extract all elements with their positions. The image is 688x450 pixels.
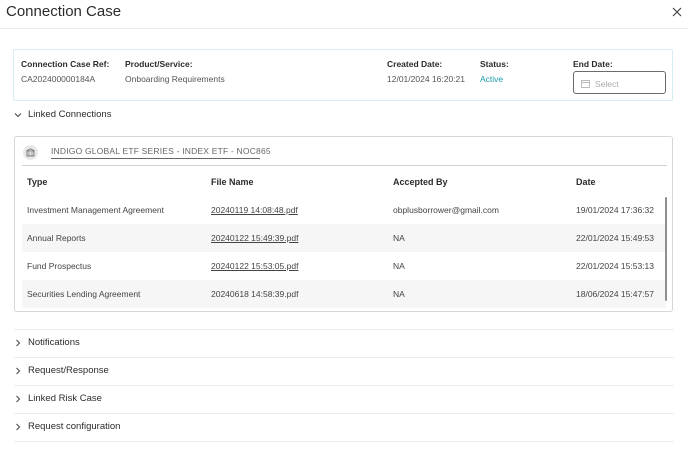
column-header-file-name: File Name <box>211 177 254 187</box>
chevron-down-icon <box>14 113 22 118</box>
section-divider <box>14 357 674 358</box>
section-label: Linked Connections <box>28 109 112 120</box>
row-accepted-by: NA <box>393 289 405 299</box>
connection-tab-underline <box>51 158 260 159</box>
section-divider <box>14 441 674 442</box>
row-file-link[interactable]: 20240122 15:49:39.pdf <box>211 233 298 243</box>
linked-connection-card: INDIGO GLOBAL ETF SERIES - INDEX ETF - N… <box>14 136 673 312</box>
card-divider <box>22 165 667 166</box>
case-ref-label: Connection Case Ref: <box>21 59 110 69</box>
row-type: Securities Lending Agreement <box>27 289 141 299</box>
column-header-date: Date <box>576 177 596 187</box>
section-label: Request/Response <box>28 365 109 376</box>
end-date-label: End Date: <box>573 59 613 69</box>
created-date-value: 12/01/2024 16:20:21 <box>387 74 465 84</box>
calendar-icon <box>581 80 590 88</box>
product-label: Product/Service: <box>125 59 193 69</box>
table-row: Fund Prospectus 20240122 15:53:05.pdf NA… <box>22 252 666 280</box>
section-label: Linked Risk Case <box>28 393 102 404</box>
header-divider <box>0 28 688 29</box>
section-label: Request configuration <box>28 421 121 432</box>
row-date: 18/06/2024 15:47:57 <box>576 289 654 299</box>
close-button[interactable] <box>670 5 684 19</box>
end-date-input[interactable] <box>593 75 667 92</box>
chevron-right-icon <box>16 339 21 347</box>
status-label: Status: <box>480 59 509 69</box>
connection-avatar <box>23 145 38 160</box>
building-icon <box>26 148 35 157</box>
chevron-right-icon <box>16 367 21 375</box>
dialog-title: Connection Case <box>6 3 122 20</box>
connection-name-link[interactable]: INDIGO GLOBAL ETF SERIES - INDEX ETF - N… <box>51 146 271 156</box>
row-date: 19/01/2024 17:36:32 <box>576 205 654 215</box>
created-date-label: Created Date: <box>387 59 443 69</box>
row-type: Fund Prospectus <box>27 261 92 271</box>
chevron-right-icon <box>16 395 21 403</box>
row-date: 22/01/2024 15:49:53 <box>576 233 654 243</box>
product-value: Onboarding Requirements <box>125 74 225 84</box>
section-divider <box>14 329 674 330</box>
row-accepted-by: obplusborrower@gmail.com <box>393 205 499 215</box>
table-row: Annual Reports 20240122 15:49:39.pdf NA … <box>22 224 666 252</box>
chevron-right-icon <box>16 423 21 431</box>
row-file-name: 20240618 14:58:39.pdf <box>211 289 299 299</box>
row-date: 22/01/2024 15:53:13 <box>576 261 654 271</box>
table-row: Investment Management Agreement 20240119… <box>22 196 666 224</box>
column-header-accepted-by: Accepted By <box>393 177 448 187</box>
column-header-type: Type <box>27 177 48 187</box>
status-badge: Active <box>480 74 504 84</box>
section-label: Notifications <box>28 337 80 348</box>
row-accepted-by: NA <box>393 233 405 243</box>
close-icon <box>672 7 682 17</box>
section-divider <box>14 385 674 386</box>
table-row: Securities Lending Agreement 20240618 14… <box>22 280 666 308</box>
row-accepted-by: NA <box>393 261 405 271</box>
row-type: Investment Management Agreement <box>27 205 165 215</box>
end-date-picker[interactable] <box>573 71 667 94</box>
case-summary-panel: Connection Case Ref: CA202400000184A Pro… <box>13 49 673 101</box>
table-scrollbar[interactable] <box>665 197 667 301</box>
row-file-link[interactable]: 20240119 14:08:48.pdf <box>211 205 298 215</box>
row-file-link[interactable]: 20240122 15:53:05.pdf <box>211 261 298 271</box>
row-type: Annual Reports <box>27 233 86 243</box>
case-ref-value: CA202400000184A <box>21 74 96 84</box>
section-divider <box>14 413 674 414</box>
